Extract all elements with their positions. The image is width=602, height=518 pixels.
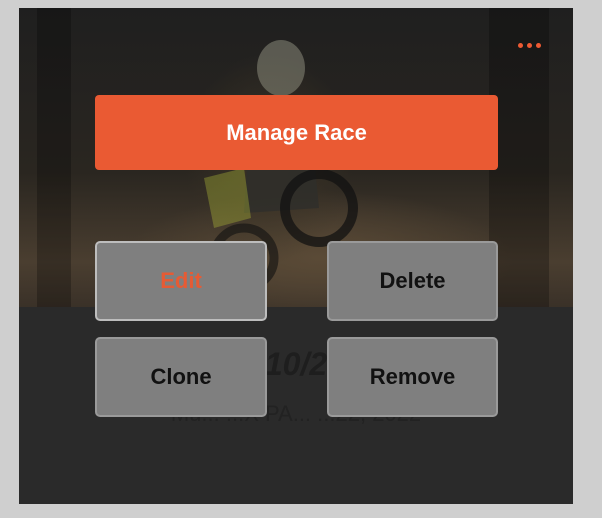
dot [517, 42, 523, 48]
manage-race-button[interactable]: Manage Race [95, 95, 498, 170]
clone-button[interactable]: Clone [95, 337, 267, 417]
dot [526, 42, 532, 48]
edit-button[interactable]: Edit [95, 241, 267, 321]
remove-button[interactable]: Remove [327, 337, 498, 417]
delete-button[interactable]: Delete [327, 241, 498, 321]
dot [535, 42, 541, 48]
more-options-icon[interactable] [514, 40, 544, 50]
